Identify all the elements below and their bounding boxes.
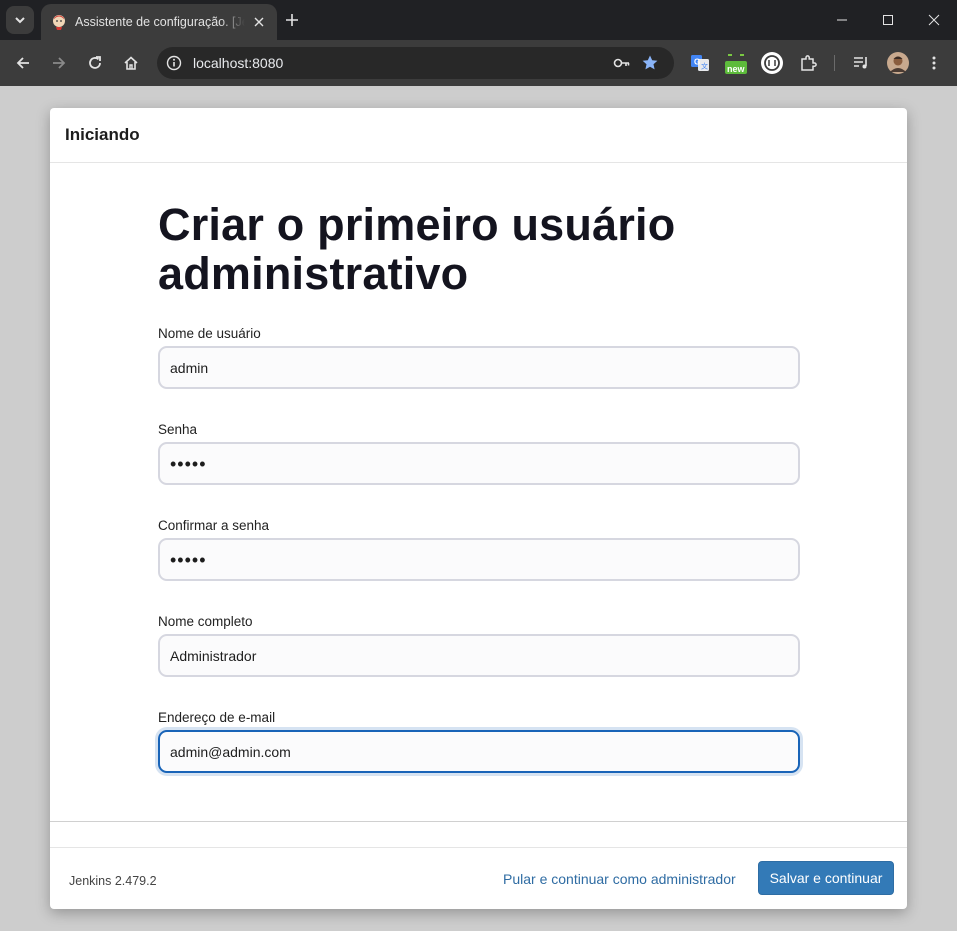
maximize-icon [883,15,893,25]
dialog-header-title: Iniciando [65,125,140,144]
jenkins-version: Jenkins 2.479.2 [69,874,157,888]
new-badge-extension[interactable]: new [722,49,750,77]
svg-text:文: 文 [701,62,708,71]
puzzle-icon [801,55,817,71]
page-viewport: Iniciando Criar o primeiro usuário admin… [0,86,957,931]
home-button[interactable] [117,49,145,77]
minimize-icon [837,19,847,21]
close-icon [254,17,264,27]
translate-icon: G文 [691,55,709,71]
arrow-left-icon [16,57,29,69]
confirm-password-group: Confirmar a senha ••••• [158,518,800,581]
tab-strip: Assistente de configuração. [Jenkins] [0,0,957,40]
email-group: Endereço de e-mail admin@admin.com [158,710,800,773]
username-value: admin [170,359,209,376]
window-controls [819,0,957,40]
extensions-menu-button[interactable] [794,49,822,77]
google-translate-extension[interactable]: G文 [686,49,714,77]
bookmark-star-button[interactable] [636,49,664,77]
confirm-password-value: ••••• [170,549,207,570]
password-label: Senha [158,422,198,437]
fullname-value: Administrador [170,647,257,664]
password-group: Senha ••••• [158,422,800,485]
toolbar-separator [834,55,835,71]
jenkins-favicon-icon [53,15,65,30]
confirm-password-label: Confirmar a senha [158,518,270,533]
email-value: admin@admin.com [170,743,291,760]
circle-extension[interactable] [758,49,786,77]
circle-extension-icon [761,52,783,74]
profile-avatar-button[interactable] [884,49,912,77]
setup-wizard-dialog: Iniciando Criar o primeiro usuário admin… [50,108,907,909]
skip-continue-as-admin-link[interactable]: Pular e continuar como administrador [503,871,736,887]
home-icon [124,56,138,70]
username-group: Nome de usuário admin [158,326,800,389]
dialog-footer: Jenkins 2.479.2 Pular e continuar como a… [50,847,907,909]
address-bar[interactable]: localhost:8080 [157,47,674,79]
browser-tab-active[interactable]: Assistente de configuração. [Jenkins] [41,4,277,40]
password-value: ••••• [170,453,207,474]
star-icon [642,55,658,70]
back-button[interactable] [9,49,37,77]
svg-text:G: G [694,58,700,67]
maximize-button[interactable] [865,0,911,40]
username-label: Nome de usuário [158,326,261,341]
kebab-menu-icon [932,56,936,70]
chevron-down-icon [15,17,25,24]
close-icon [928,14,940,26]
plus-icon [286,14,298,26]
info-icon [166,55,182,71]
dialog-header: Iniciando [50,108,907,163]
username-field[interactable]: admin [158,346,800,389]
password-field[interactable]: ••••• [158,442,800,485]
browser-toolbar: localhost:8080 G文 new [0,40,957,86]
forward-button[interactable] [45,49,73,77]
new-tab-button[interactable] [280,8,304,32]
email-field[interactable]: admin@admin.com [158,730,800,773]
confirm-password-field[interactable]: ••••• [158,538,800,581]
avatar [887,52,909,74]
page-title: Criar o primeiro usuário administrativo [158,199,676,299]
password-key-button[interactable] [608,49,636,77]
new-badge-text: new [727,64,745,74]
browser-menu-button[interactable] [920,49,948,77]
tab-title: Assistente de configuração. [Jenkins] [75,15,245,29]
tab-search-button[interactable] [6,6,34,34]
reload-button[interactable] [81,49,109,77]
url-text: localhost:8080 [193,55,284,71]
dialog-body: Criar o primeiro usuário administrativo … [50,164,907,822]
key-icon [613,58,630,68]
fullname-group: Nome completo Administrador [158,614,800,677]
reload-icon [89,56,101,69]
fullname-field[interactable]: Administrador [158,634,800,677]
save-and-continue-button[interactable]: Salvar e continuar [758,861,894,895]
tab-close-button[interactable] [251,14,267,30]
arrow-right-icon [53,57,66,69]
site-info-button[interactable] [163,52,185,74]
playlist-icon [854,57,867,69]
minimize-button[interactable] [819,0,865,40]
media-controls-button[interactable] [847,49,875,77]
fullname-label: Nome completo [158,614,253,629]
email-label: Endereço de e-mail [158,710,276,725]
close-window-button[interactable] [911,0,957,40]
